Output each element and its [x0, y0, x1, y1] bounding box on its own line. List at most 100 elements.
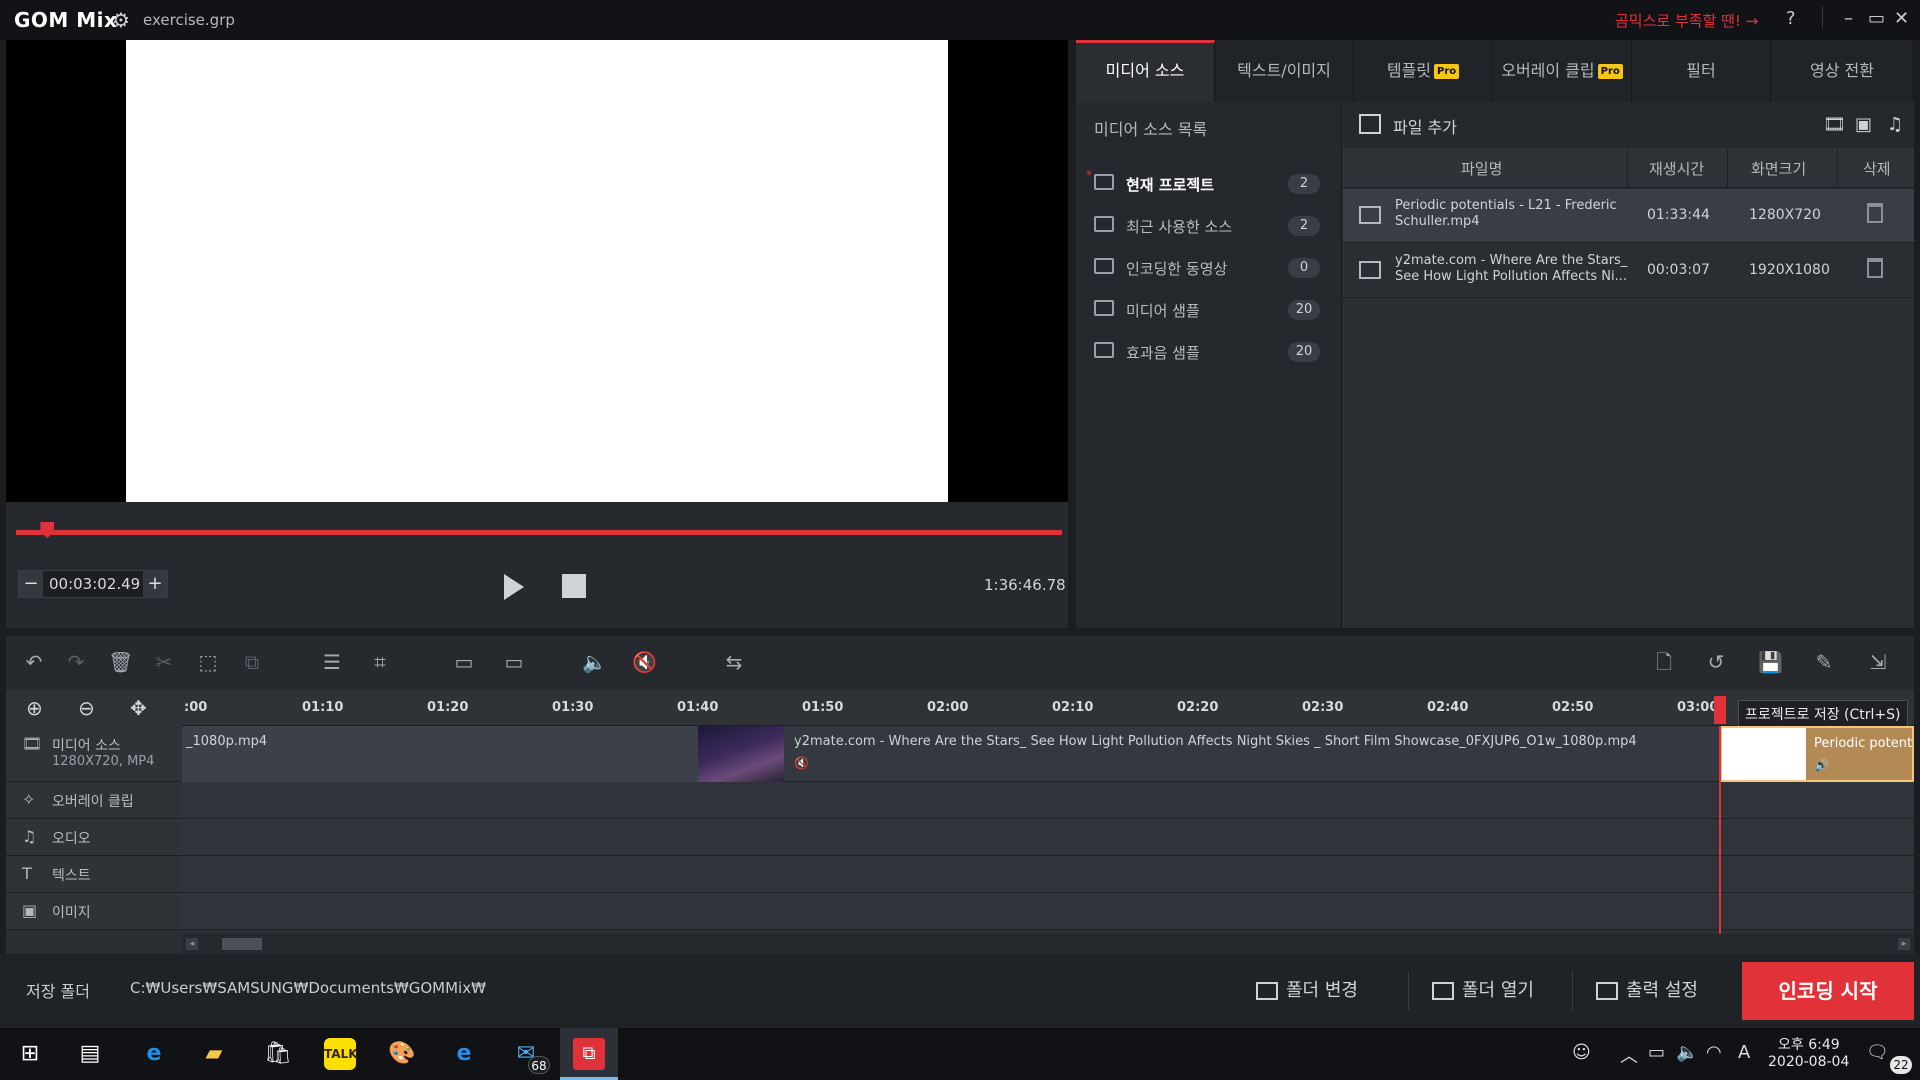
save-project-icon[interactable]: 💾 [1758, 650, 1783, 674]
current-time[interactable]: 00:03:02.49 [49, 575, 140, 593]
clock-date[interactable]: 2020-08-04 [1768, 1054, 1849, 1070]
edge-icon[interactable]: e [138, 1038, 170, 1070]
internet-explorer-icon[interactable]: e [448, 1038, 480, 1070]
help-button[interactable]: ? [1786, 8, 1796, 29]
kakaotalk-icon[interactable]: TALK [324, 1038, 358, 1070]
play-button[interactable] [504, 574, 524, 600]
scroll-left-arrow[interactable]: ◂ [186, 938, 198, 950]
volume-icon[interactable]: 🔈 [582, 650, 607, 674]
notification-icon[interactable]: 🗨 [1866, 1042, 1889, 1063]
delete-icon[interactable]: 🗑 [108, 650, 133, 674]
crop-icon[interactable]: ⌗ [368, 650, 392, 674]
track-label-audio[interactable]: ♫ 오디오 [6, 819, 182, 856]
stop-button[interactable] [562, 574, 586, 598]
track-label-text[interactable]: T 텍스트 [6, 856, 182, 893]
audio-track[interactable] [182, 819, 1914, 856]
col-duration[interactable]: 재생시간 [1649, 158, 1704, 179]
source-item-sound-sample[interactable]: 효과음 샘플 20 [1076, 332, 1342, 372]
playhead-handle[interactable] [1714, 696, 1726, 724]
time-ruler[interactable]: :00 01:10 01:20 01:30 01:40 01:50 02:00 … [182, 690, 1914, 726]
snap-right-icon[interactable]: ▭ [502, 650, 526, 674]
paint-icon[interactable]: 🎨 [386, 1038, 418, 1070]
replace-clip-icon[interactable]: ⇆ [722, 650, 746, 674]
tab-media-source[interactable]: 미디어 소스 [1076, 40, 1215, 102]
text-track[interactable] [182, 856, 1914, 893]
track-label-overlay[interactable]: ✧ 오버레이 클립 [6, 782, 182, 819]
select-range-icon[interactable]: ⬚ [196, 650, 220, 674]
close-button[interactable]: ✕ [1894, 8, 1909, 29]
col-filename[interactable]: 파일명 [1461, 158, 1502, 179]
start-encoding-button[interactable]: 인코딩 시작 [1742, 962, 1914, 1020]
col-size[interactable]: 화면크기 [1751, 158, 1806, 179]
file-explorer-icon[interactable]: ▰ [198, 1038, 230, 1070]
people-icon[interactable]: ☺ [1572, 1042, 1591, 1063]
add-file-button[interactable]: 파일 추가 [1393, 114, 1457, 138]
source-item-media-sample[interactable]: 미디어 샘플 20 [1076, 290, 1342, 330]
source-item-encoded[interactable]: 인코딩한 동영상 0 [1076, 248, 1342, 288]
music-filter-icon[interactable]: ♫ [1887, 114, 1909, 135]
tray-chevron-icon[interactable]: ︿ [1620, 1042, 1638, 1068]
source-item-current-project[interactable]: * 현재 프로젝트 2 [1076, 164, 1342, 204]
timeline-scrollbar[interactable]: ◂ ▸ [182, 934, 1914, 954]
change-folder-button[interactable]: 폴더 변경 [1256, 968, 1358, 1014]
timeline-clip[interactable]: _1080p.mp4 [182, 726, 698, 782]
track-label-image[interactable]: ▣ 이미지 [6, 893, 182, 930]
new-project-icon[interactable]: 🗋 [1652, 650, 1676, 674]
store-icon[interactable]: 🛍 [262, 1038, 294, 1070]
minimize-button[interactable]: – [1844, 8, 1853, 29]
tab-overlay-clip[interactable]: 오버레이 클립 Pro [1493, 40, 1632, 102]
fit-timeline-icon[interactable]: ✥ [130, 696, 147, 720]
gear-icon[interactable]: ⚙ [112, 8, 130, 32]
time-stepper[interactable]: − 00:03:02.49 + [18, 570, 168, 598]
video-filter-icon[interactable]: 🎞 [1823, 114, 1846, 135]
seek-thumb[interactable] [40, 522, 55, 538]
gom-mix-taskbar-button[interactable]: ⧉ [560, 1028, 618, 1080]
tab-transition[interactable]: 영상 전환 [1771, 40, 1914, 102]
open-folder-button[interactable]: 폴더 열기 [1432, 968, 1534, 1014]
time-minus-button[interactable]: − [19, 571, 43, 597]
split-icon[interactable]: ⧉ [240, 650, 264, 674]
windows-start-icon[interactable]: ⊞ [14, 1038, 46, 1070]
video-preview[interactable] [6, 40, 1068, 502]
clip-thumbnail[interactable] [698, 726, 784, 782]
overlay-track[interactable] [182, 782, 1914, 819]
seek-bar[interactable] [16, 530, 1062, 535]
open-project-icon[interactable]: ↺ [1704, 650, 1728, 674]
timeline-clip-selected[interactable]: Periodic potentials 🔊 [1720, 726, 1914, 782]
table-row[interactable]: Periodic potentials - L21 - Frederic Sch… [1343, 189, 1914, 243]
media-track[interactable]: _1080p.mp4 y2mate.com - Where Are the St… [182, 726, 1914, 782]
table-row[interactable]: y2mate.com - Where Are the Stars_ See Ho… [1343, 244, 1914, 298]
zoom-in-icon[interactable]: ⊕ [26, 696, 43, 720]
image-track[interactable] [182, 893, 1914, 930]
promo-link[interactable]: 곰믹스로 부족할 땐! → [1615, 10, 1758, 31]
zoom-out-icon[interactable]: ⊖ [78, 696, 95, 720]
battery-icon[interactable]: ▭ [1648, 1042, 1665, 1063]
trash-icon[interactable] [1867, 258, 1883, 278]
export-project-icon[interactable]: ⇲ [1866, 650, 1890, 674]
tab-filter[interactable]: 필터 [1632, 40, 1771, 102]
output-settings-button[interactable]: 출력 설정 [1596, 968, 1698, 1014]
time-plus-button[interactable]: + [143, 571, 167, 597]
scroll-thumb[interactable] [222, 938, 262, 950]
save-as-icon[interactable]: ✎ [1812, 650, 1836, 674]
ime-indicator[interactable]: A [1738, 1042, 1750, 1063]
mute-icon[interactable]: 🔇 [632, 650, 657, 674]
redo-icon[interactable]: ↷ [64, 650, 88, 674]
playhead[interactable] [1719, 726, 1721, 952]
cut-icon[interactable]: ✂ [152, 650, 176, 674]
image-filter-icon[interactable]: ▣ [1855, 114, 1877, 135]
snap-left-icon[interactable]: ▭ [452, 650, 476, 674]
speaker-icon[interactable]: 🔈 [1676, 1042, 1698, 1063]
track-label-media[interactable]: 🎞 미디어 소스 1280X720, MP4 [6, 726, 182, 782]
clock-time[interactable]: 오후 6:49 [1778, 1034, 1840, 1054]
add-file-icon[interactable] [1359, 114, 1381, 134]
source-item-recent[interactable]: 최근 사용한 소스 2 [1076, 206, 1342, 246]
adjust-icon[interactable]: ☰ [320, 650, 344, 674]
scroll-right-arrow[interactable]: ▸ [1898, 938, 1910, 950]
task-view-icon[interactable]: ▤ [74, 1038, 106, 1070]
trash-icon[interactable] [1867, 203, 1883, 223]
restore-button[interactable]: ▭ [1868, 8, 1885, 29]
tab-text-image[interactable]: 텍스트/이미지 [1215, 40, 1354, 102]
undo-icon[interactable]: ↶ [22, 650, 46, 674]
wifi-icon[interactable]: ◠ [1706, 1042, 1722, 1063]
